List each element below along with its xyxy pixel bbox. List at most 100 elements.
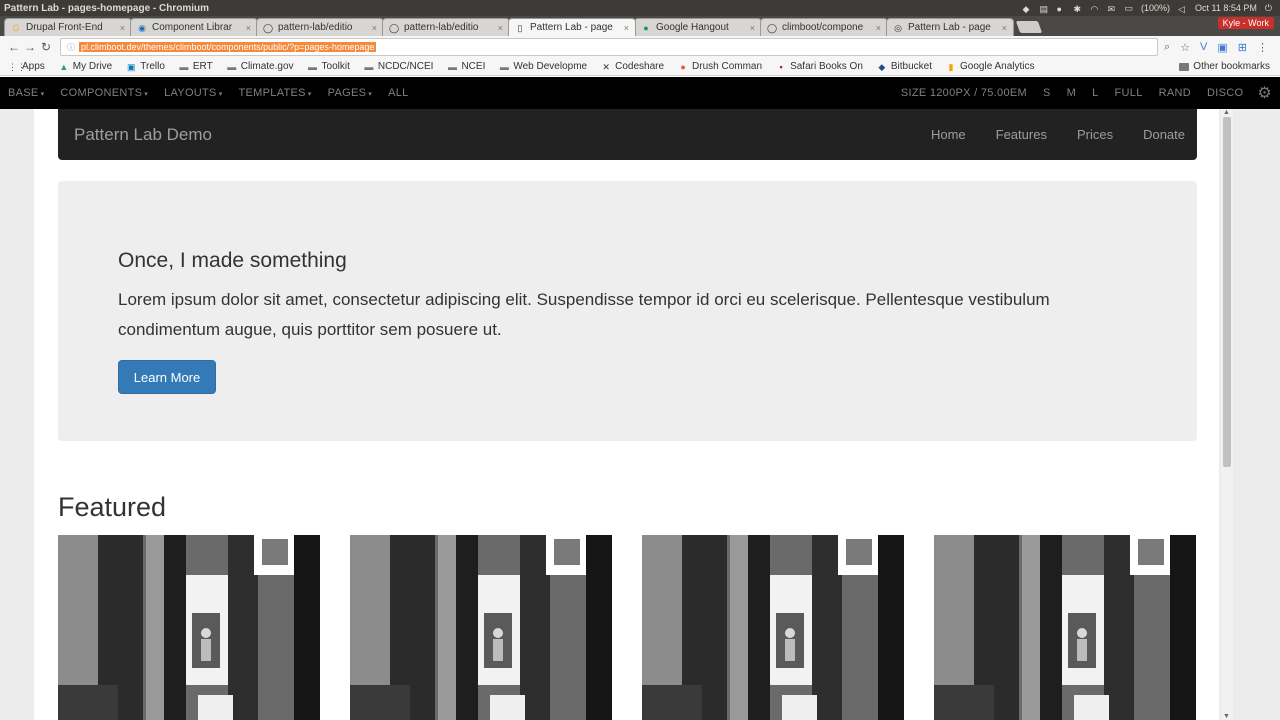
bookmark-item[interactable]: ▪ Safari Books On (776, 61, 863, 72)
folder-icon: ▬ (499, 61, 509, 72)
close-tab-icon[interactable]: × (624, 23, 629, 33)
site-brand[interactable]: Pattern Lab Demo (58, 125, 212, 145)
trello-icon: ▣ (126, 61, 136, 72)
patternlab-controls: SIZE 1200PX / 75.00EM S M L FULL RAND DISCO ⚙ (885, 83, 1280, 103)
bookmark-item[interactable]: ● Drush Comman (678, 61, 762, 72)
url-input[interactable]: ⓘ pl.climboot.dev/themes/climboot/compon… (60, 38, 1158, 56)
gear-icon[interactable]: ⚙ (1257, 83, 1272, 103)
bookmark-item[interactable]: ▬ Climate.gov (227, 61, 293, 72)
url-text[interactable]: pl.climboot.dev/themes/climboot/componen… (79, 42, 377, 52)
site-nav-features[interactable]: Features (996, 127, 1047, 142)
bookmark-item[interactable]: ▬ Web Developme (499, 61, 587, 72)
size-readout: SIZE 1200PX / 75.00EM (900, 87, 1027, 99)
bookmark-item[interactable]: ⋮⋮ Apps (8, 61, 45, 72)
patternlab-menu-templates[interactable]: TEMPLATES ▾ (239, 87, 312, 99)
battery-icon[interactable]: ▭ (1124, 3, 1133, 14)
browser-tab[interactable]: ◯ pattern-lab/editio × (256, 18, 384, 36)
close-tab-icon[interactable]: × (876, 23, 881, 33)
bookmark-label: Safari Books On (790, 61, 863, 72)
viewport-control-disco[interactable]: DISCO (1207, 87, 1243, 99)
viewport-control-s[interactable]: S (1043, 87, 1051, 99)
extension-book-icon[interactable]: ▣ (1217, 41, 1227, 54)
bookmark-item[interactable]: ◆ Bitbucket (877, 61, 932, 72)
extension-v-icon[interactable]: V (1200, 41, 1207, 54)
browser-tab[interactable]: ● Google Hangout × (634, 18, 762, 36)
browser-tab[interactable]: ◯ climboot/compone × (760, 18, 888, 36)
bookmark-item[interactable]: ▬ Toolkit (308, 61, 350, 72)
viewport-control-rand[interactable]: RAND (1159, 87, 1191, 99)
featured-image[interactable] (934, 535, 1196, 720)
clipboard-icon[interactable]: ▤ (1039, 4, 1048, 14)
browser-tab[interactable]: ◯ pattern-lab/editio × (382, 18, 510, 36)
close-tab-icon[interactable]: × (750, 23, 755, 33)
new-tab-button[interactable] (1015, 21, 1043, 33)
close-tab-icon[interactable]: × (1002, 23, 1007, 33)
reload-icon[interactable]: ↻ (38, 40, 54, 54)
chrome-icon[interactable]: ● (1056, 4, 1065, 14)
mail-icon[interactable]: ✉ (1107, 4, 1116, 14)
viewport-control-l[interactable]: L (1092, 87, 1098, 99)
profile-badge[interactable]: Kyle - Work (1217, 17, 1274, 29)
patternlab-menu-label: LAYOUTS (164, 87, 217, 99)
patternlab-menu-all[interactable]: ALL (388, 87, 408, 99)
page-info-icon[interactable]: ⓘ (67, 42, 75, 53)
browser-tab[interactable]: ◎ Pattern Lab - page × (886, 18, 1014, 36)
site-nav-prices[interactable]: Prices (1077, 127, 1113, 142)
scroll-thumb[interactable] (1223, 117, 1231, 467)
extension-frame-icon[interactable]: ⊞ (1238, 41, 1247, 54)
power-icon[interactable]: ⏻ (1265, 3, 1272, 14)
caret-down-icon: ▾ (40, 91, 45, 98)
browser-tab[interactable]: ◉ Component Librar × (130, 18, 258, 36)
forward-arrow-icon[interactable]: → (22, 40, 38, 54)
scroll-down-icon[interactable]: ▼ (1223, 713, 1230, 720)
address-bar-row: ← → ↻ ⓘ pl.climboot.dev/themes/climboot/… (0, 36, 1280, 58)
bookmark-item[interactable]: ▲ My Drive (59, 61, 112, 72)
bookmark-star-icon[interactable]: ☆ (1180, 41, 1190, 54)
close-tab-icon[interactable]: × (372, 23, 377, 33)
bookmark-item[interactable]: ▬ NCEI (447, 61, 485, 72)
browser-tab[interactable]: G Drupal Front-End × (4, 18, 132, 36)
back-arrow-icon[interactable]: ← (6, 40, 22, 54)
bookmark-label: ERT (192, 61, 213, 72)
zoom-icon[interactable]: ⌕ (1164, 41, 1170, 54)
bookmark-item[interactable]: ▬ ERT (179, 61, 213, 72)
viewport-control-full[interactable]: FULL (1115, 87, 1143, 99)
close-tab-icon[interactable]: × (498, 23, 503, 33)
bookmark-label: My Drive (72, 61, 113, 72)
bookmark-item[interactable]: ▮ Google Analytics (946, 61, 1035, 72)
close-tab-icon[interactable]: × (120, 23, 125, 33)
clock[interactable]: Oct 11 8:54 PM (1195, 3, 1257, 13)
featured-image[interactable] (58, 535, 320, 720)
featured-image[interactable] (350, 535, 612, 720)
battery-level: (100%) (1140, 3, 1170, 13)
bookmark-item[interactable]: ▣ Trello (126, 61, 165, 72)
close-tab-icon[interactable]: × (246, 23, 251, 33)
bookmark-label: Web Developme (513, 61, 588, 72)
bookmark-label: Toolkit (321, 61, 350, 72)
patternlab-menu-pages[interactable]: PAGES ▾ (328, 87, 372, 99)
github-icon: ◯ (389, 22, 400, 33)
bookmark-item[interactable]: ▬ NCDC/NCEI (364, 61, 433, 72)
other-bookmarks[interactable]: Other bookmarks (1179, 61, 1270, 72)
wifi-icon[interactable]: ◠ (1090, 4, 1099, 14)
patternlab-menu-layouts[interactable]: LAYOUTS ▾ (164, 87, 222, 99)
hero-title: Once, I made something (118, 249, 347, 272)
viewport-control-m[interactable]: M (1067, 87, 1076, 99)
patternlab-menu-components[interactable]: COMPONENTS ▾ (60, 87, 148, 99)
frame-scrollbar[interactable]: ▲ ▼ (1221, 109, 1233, 720)
bookmark-item[interactable]: ✕ Codeshare (601, 61, 664, 72)
dropbox-icon[interactable]: ◆ (1022, 4, 1031, 14)
volume-icon[interactable]: ◁ (1178, 4, 1187, 14)
settings-tray-icon[interactable]: ✱ (1073, 4, 1082, 14)
menu-kebab-icon[interactable]: ⋮ (1257, 41, 1268, 54)
document-icon: ▯ (517, 22, 523, 33)
site-nav-home[interactable]: Home (931, 127, 966, 142)
browser-tab[interactable]: ▯ Pattern Lab - page × (508, 18, 636, 36)
patternlab-menu-base[interactable]: BASE ▾ (8, 87, 44, 99)
featured-image[interactable] (642, 535, 904, 720)
scroll-up-icon[interactable]: ▲ (1223, 109, 1230, 116)
site-nav-donate[interactable]: Donate (1143, 127, 1185, 142)
drush-icon: ● (680, 61, 686, 72)
folder-icon: ▬ (227, 61, 237, 72)
learn-more-button[interactable]: Learn More (118, 360, 216, 394)
